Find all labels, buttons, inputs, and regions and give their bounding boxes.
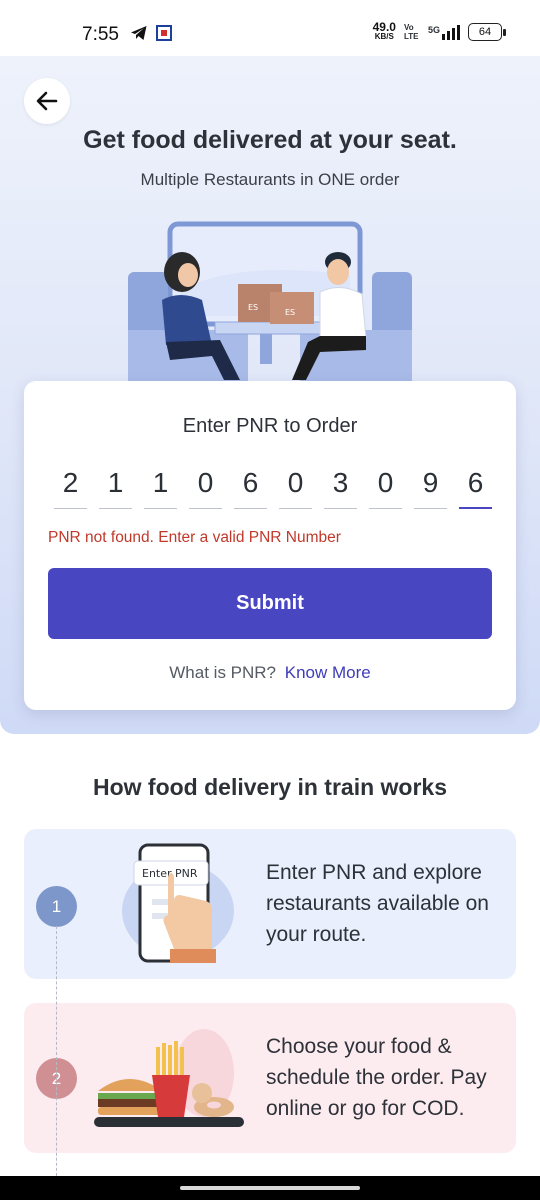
telegram-icon	[131, 26, 147, 40]
pnr-digit-field[interactable]: 0	[369, 463, 402, 509]
pnr-digit-field[interactable]: 1	[99, 463, 132, 509]
pnr-digit-field[interactable]: 0	[279, 463, 312, 509]
pnr-form-card: Enter PNR to Order 2 1 1 0 6 0 3 0 9 6 P…	[24, 381, 516, 710]
pnr-error-message: PNR not found. Enter a valid PNR Number	[48, 529, 341, 546]
pnr-form-title: Enter PNR to Order	[182, 415, 358, 437]
pnr-digit-field[interactable]: 3	[324, 463, 357, 509]
step-description-1: Enter PNR and explore restaurants availa…	[266, 861, 489, 946]
page-title: Get food delivered at your seat.	[83, 126, 457, 154]
status-time: 7:55	[82, 24, 119, 45]
page-subtitle: Multiple Restaurants in ONE order	[140, 170, 400, 189]
pnr-digit-field[interactable]: 1	[144, 463, 177, 509]
pnr-digit-field-active[interactable]: 6	[459, 463, 492, 509]
pnr-digit-field[interactable]: 6	[234, 463, 267, 509]
step-number-1: 1	[36, 886, 77, 927]
system-nav-bar	[0, 1176, 540, 1200]
pnr-digit-field[interactable]: 9	[414, 463, 447, 509]
food-tray-illustration	[94, 1029, 244, 1127]
pnr-input[interactable]: 2 1 1 0 6 0 3 0 9 6	[54, 463, 492, 509]
status-bar: 7:55 49.0 KB/S Vo LTE 5G 64	[0, 0, 540, 56]
back-button[interactable]	[24, 78, 70, 124]
pnr-digit-field[interactable]: 2	[54, 463, 87, 509]
volte-indicator: Vo LTE	[403, 23, 419, 41]
svg-text:ES: ES	[248, 303, 258, 312]
step-card-2: 2 Choose your food & schedule the order.…	[24, 1003, 516, 1153]
signal-icon: 5G	[428, 24, 460, 40]
phone-enter-pnr-illustration: Enter PNR	[122, 843, 234, 963]
pnr-help: What is PNR? Know More	[24, 663, 516, 683]
battery-icon: 64	[468, 23, 506, 41]
status-notification-icons	[130, 25, 172, 41]
status-system-icons: 49.0 KB/S Vo LTE 5G 64	[372, 20, 506, 42]
net-speed: 49.0 KB/S	[372, 20, 396, 41]
how-it-works-title: How food delivery in train works	[92, 774, 447, 800]
svg-text:ES: ES	[285, 308, 295, 317]
pnr-digit-field[interactable]: 0	[189, 463, 222, 509]
home-gesture-handle[interactable]	[180, 1186, 360, 1190]
step-description-2: Choose your food & schedule the order. P…	[266, 1035, 487, 1120]
submit-button[interactable]: Submit	[48, 568, 492, 639]
step-card-1: Enter PNR 1 Enter PNR and explore restau…	[24, 829, 516, 979]
train-seat-illustration: ES ES	[128, 221, 412, 385]
pnr-help-text: What is PNR?	[169, 663, 277, 682]
arrow-left-icon	[36, 91, 58, 111]
know-more-link[interactable]: Know More	[285, 663, 371, 682]
steps-timeline-line	[56, 926, 57, 1191]
bank-app-icon	[156, 25, 172, 41]
